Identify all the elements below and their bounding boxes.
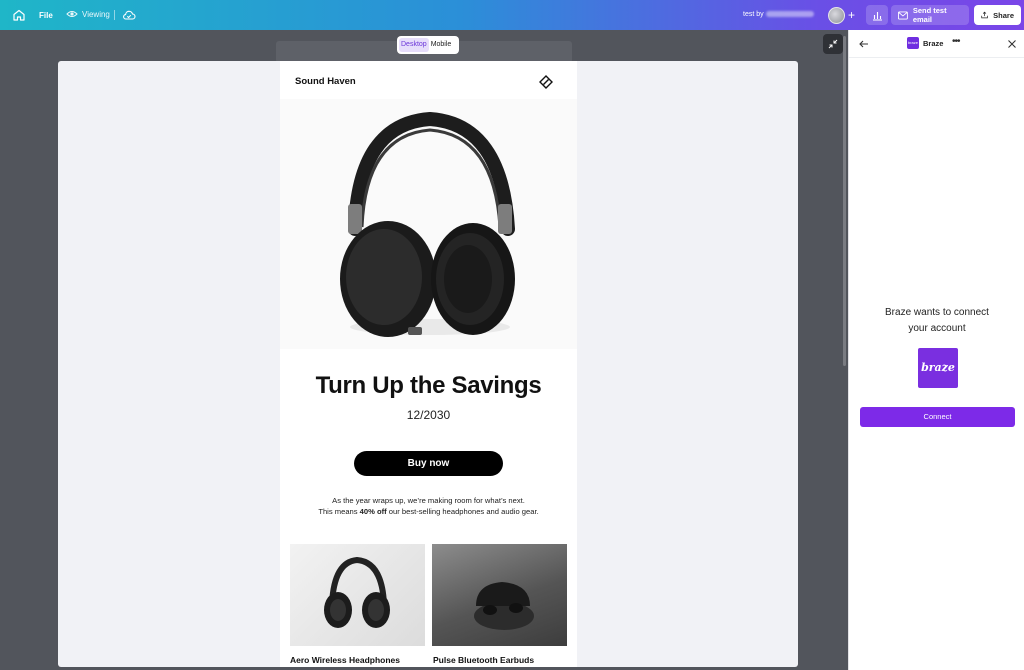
device-toggle: Desktop Mobile xyxy=(397,36,459,54)
viewing-label: Viewing xyxy=(82,9,110,19)
eye-icon xyxy=(66,11,78,17)
top-bar: File Viewing test by + Send test email S… xyxy=(0,0,1024,30)
exit-fullscreen-button[interactable] xyxy=(823,34,843,54)
product-title-2: Pulse Bluetooth Earbuds xyxy=(433,655,535,665)
avatar[interactable] xyxy=(828,7,845,24)
upload-icon xyxy=(981,11,988,19)
connect-button[interactable]: Connect xyxy=(860,407,1015,427)
more-options-button[interactable]: ••• xyxy=(952,36,960,47)
divider xyxy=(114,10,115,20)
back-arrow-icon[interactable] xyxy=(858,38,870,50)
email-body: Sound Haven Turn Up the Savings 12/2030 … xyxy=(280,61,577,667)
bar-chart-icon xyxy=(872,11,882,21)
mail-icon xyxy=(898,10,908,20)
vertical-scrollbar[interactable] xyxy=(843,36,846,366)
collapse-icon xyxy=(828,39,838,49)
owner-label: test by xyxy=(743,11,814,18)
promo-body-text: As the year wraps up, we’re making room … xyxy=(318,496,539,516)
braze-logo: braze xyxy=(918,348,958,388)
viewing-mode-button[interactable]: Viewing xyxy=(66,9,110,19)
product-title-1: Aero Wireless Headphones xyxy=(290,655,400,665)
add-collaborator-button[interactable]: + xyxy=(848,8,855,22)
close-icon[interactable] xyxy=(1006,38,1018,50)
blurred-owner-name xyxy=(765,11,814,18)
app-name: Braze xyxy=(923,39,944,48)
app-side-panel: braze Braze ••• Braze wants to connect y… xyxy=(848,30,1024,670)
hero-headphones-image xyxy=(280,99,577,349)
brand-name: Sound Haven xyxy=(295,76,356,87)
file-menu[interactable]: File xyxy=(39,11,53,20)
mobile-view-tab[interactable]: Mobile xyxy=(429,38,454,52)
brand-logo-icon xyxy=(539,75,553,89)
buy-now-button[interactable]: Buy now xyxy=(354,451,503,476)
braze-app-icon: braze xyxy=(907,37,919,49)
panel-header: braze Braze ••• xyxy=(849,30,1024,58)
promo-date: 12/2030 xyxy=(406,408,451,422)
send-test-email-button[interactable]: Send test email xyxy=(891,5,969,25)
product-image-headphones xyxy=(290,544,425,646)
connect-message: Braze wants to connect your account xyxy=(885,307,989,334)
home-icon[interactable] xyxy=(12,8,26,22)
email-preview-frame: Sound Haven Turn Up the Savings 12/2030 … xyxy=(58,61,798,667)
insights-button[interactable] xyxy=(866,5,888,25)
headline: Turn Up the Savings xyxy=(315,372,542,399)
share-button[interactable]: Share xyxy=(974,5,1021,25)
desktop-view-tab[interactable]: Desktop xyxy=(399,38,429,52)
product-image-earbuds xyxy=(432,544,567,646)
cloud-saved-icon[interactable] xyxy=(122,8,136,22)
